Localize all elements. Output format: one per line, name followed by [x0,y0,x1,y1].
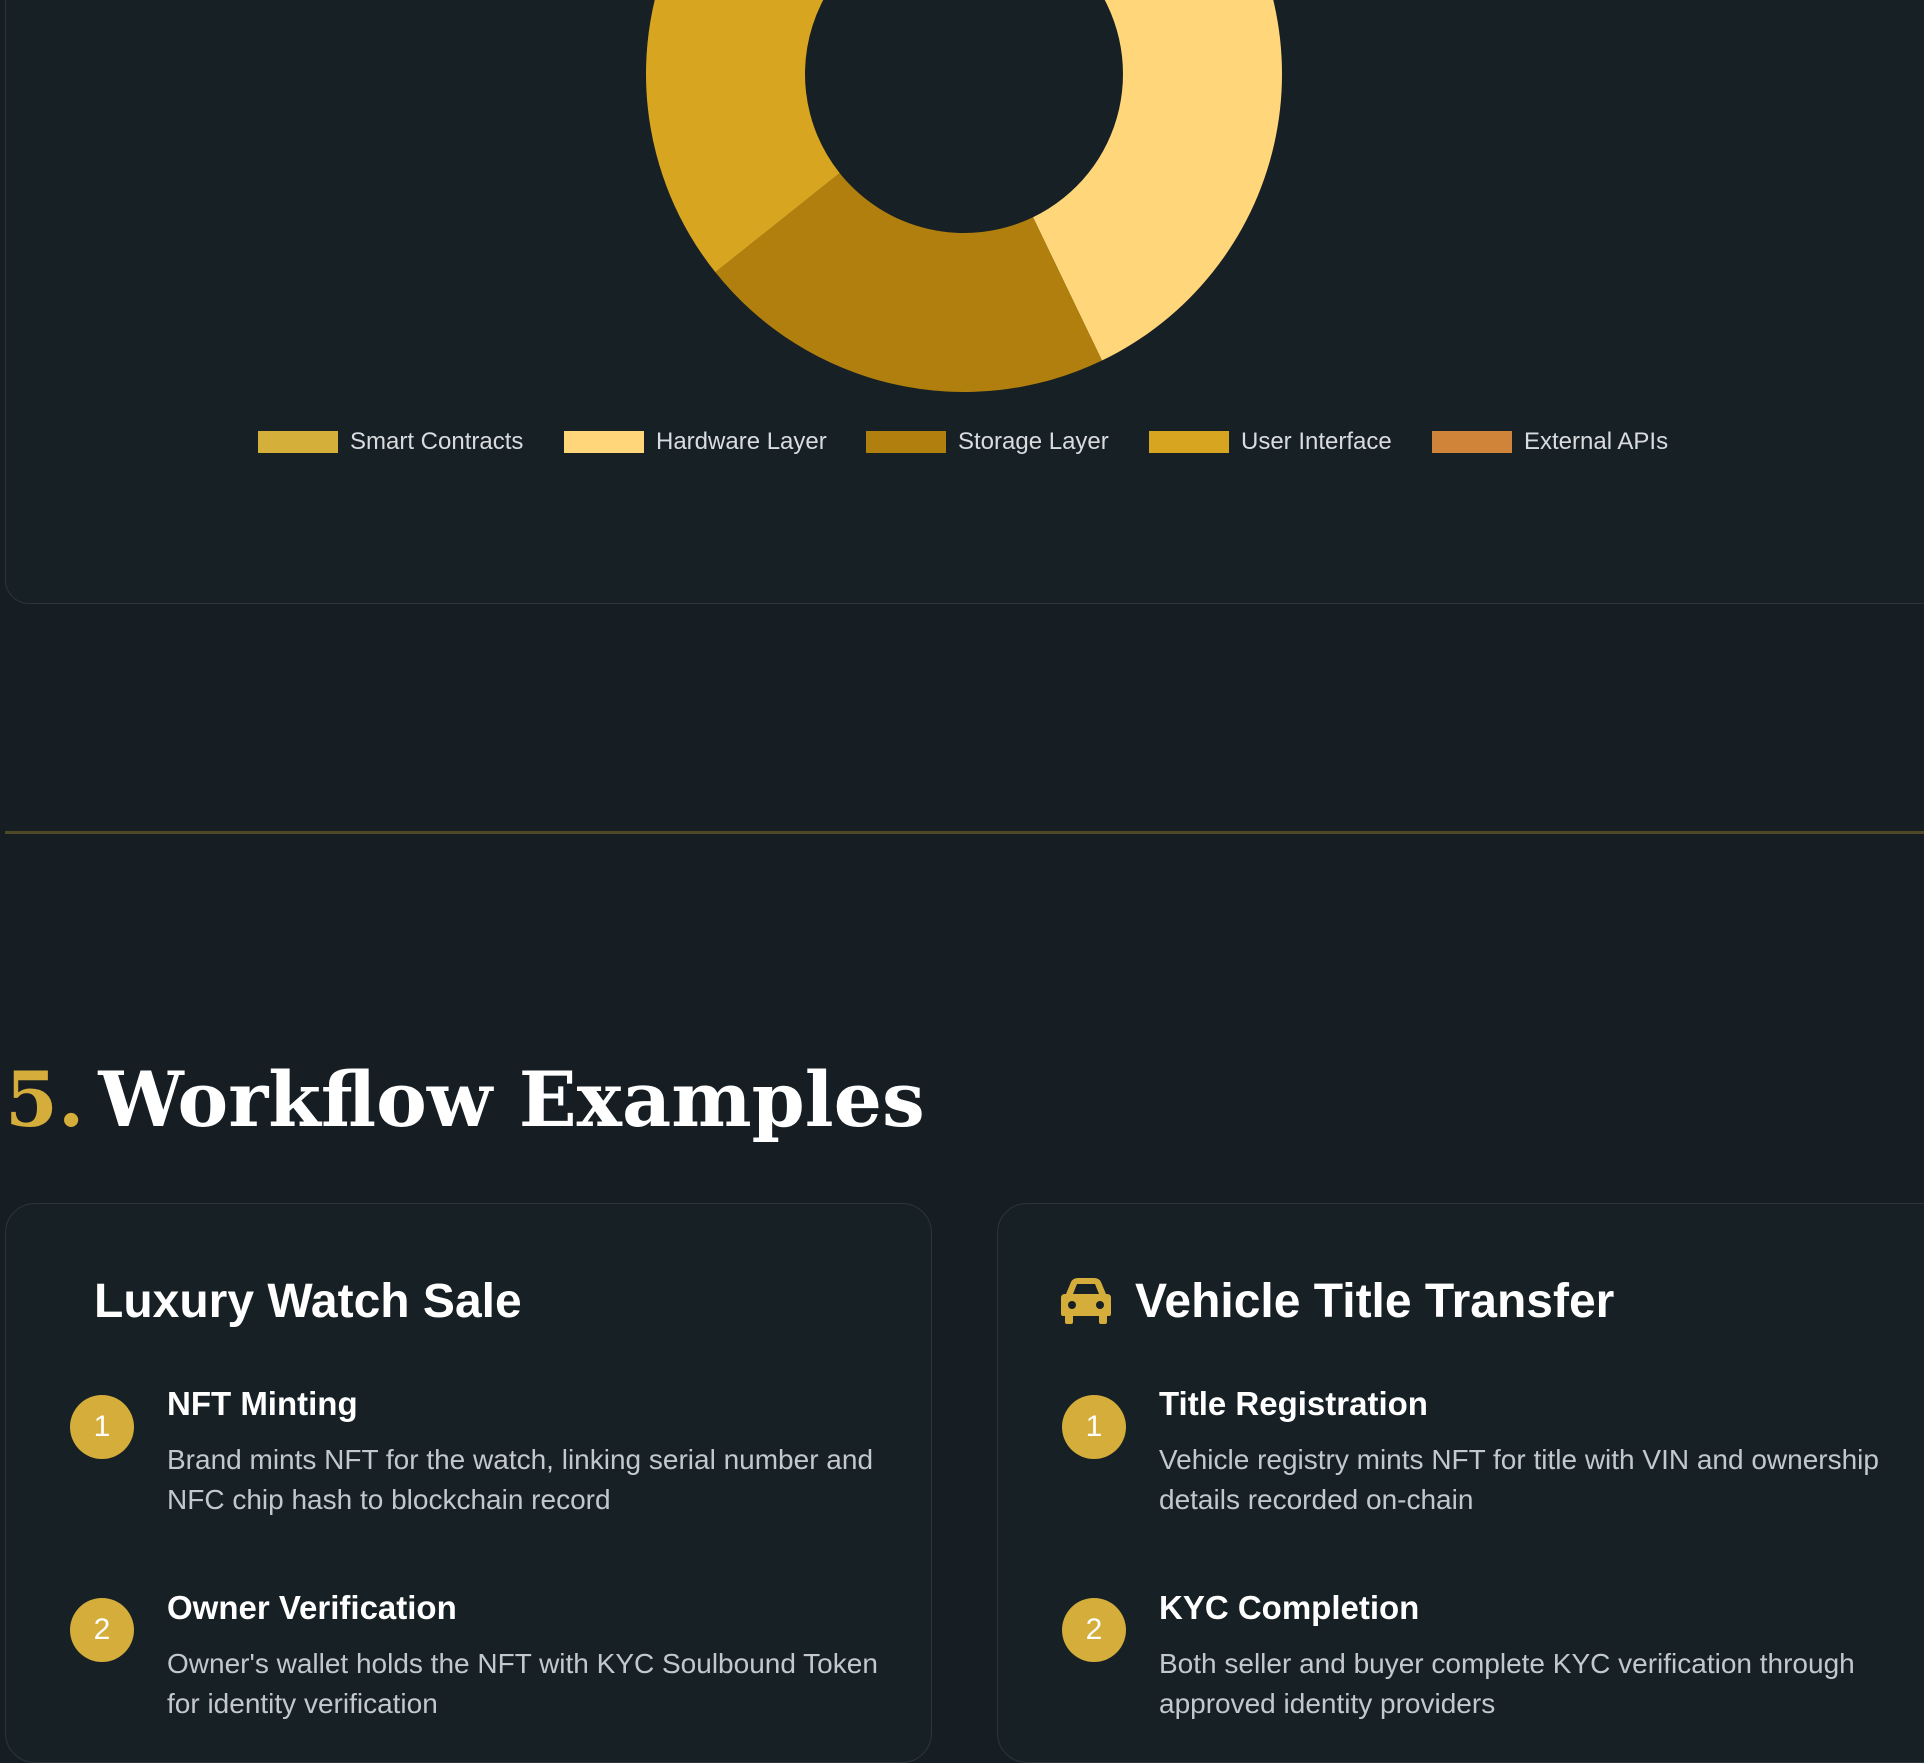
step-title: Title Registration [1159,1385,1428,1422]
legend-item-hardware-layer[interactable]: Hardware Layer [564,428,827,455]
step-number-badge: 1 [1062,1395,1126,1459]
legend-item-storage-layer[interactable]: Storage Layer [866,428,1109,455]
legend-label: Hardware Layer [656,428,827,455]
step-description: Owner's wallet holds the NFT with KYC So… [167,1648,878,1719]
section-heading: 5. Workflow Examples [5,1060,925,1140]
legend-item-smart-contracts[interactable]: Smart Contracts [258,428,524,455]
section-divider [5,831,1924,834]
legend-item-external-apis[interactable]: External APIs [1432,428,1669,455]
step-title: NFT Minting [167,1385,358,1422]
legend-swatch [1149,431,1229,453]
section-title: Workflow Examples [98,1055,925,1144]
step-description: Vehicle registry mints NFT for title wit… [1159,1444,1879,1515]
legend-label: Smart Contracts [350,428,524,455]
workflow-card-vehicle-title: Vehicle Title Transfer 1 Title Registrat… [997,1203,1924,1763]
legend-swatch [258,431,338,453]
step-number-badge: 2 [1062,1598,1126,1662]
legend-item-user-interface[interactable]: User Interface [1149,428,1392,455]
donut-chart [646,0,1282,392]
workflow-card-luxury-watch: Luxury Watch Sale 1 NFT Minting Brand mi… [5,1203,932,1763]
step-description: Brand mints NFT for the watch, linking s… [167,1444,874,1515]
legend-label: Storage Layer [958,428,1109,455]
legend-label: External APIs [1524,428,1669,455]
step-title: Owner Verification [167,1589,457,1626]
step-number-badge: 2 [70,1598,134,1662]
workflow-title: Luxury Watch Sale [94,1275,522,1328]
workflow-title: Vehicle Title Transfer [1135,1275,1615,1328]
section-number: 5. [5,1055,85,1144]
step-title: KYC Completion [1159,1589,1420,1626]
legend-swatch [1432,431,1512,453]
legend-swatch [866,431,946,453]
step-number-badge: 1 [70,1395,134,1459]
car-icon [1061,1278,1111,1324]
legend-label: User Interface [1241,428,1392,455]
legend-swatch [564,431,644,453]
step-description: Both seller and buyer complete KYC verif… [1159,1648,1855,1719]
